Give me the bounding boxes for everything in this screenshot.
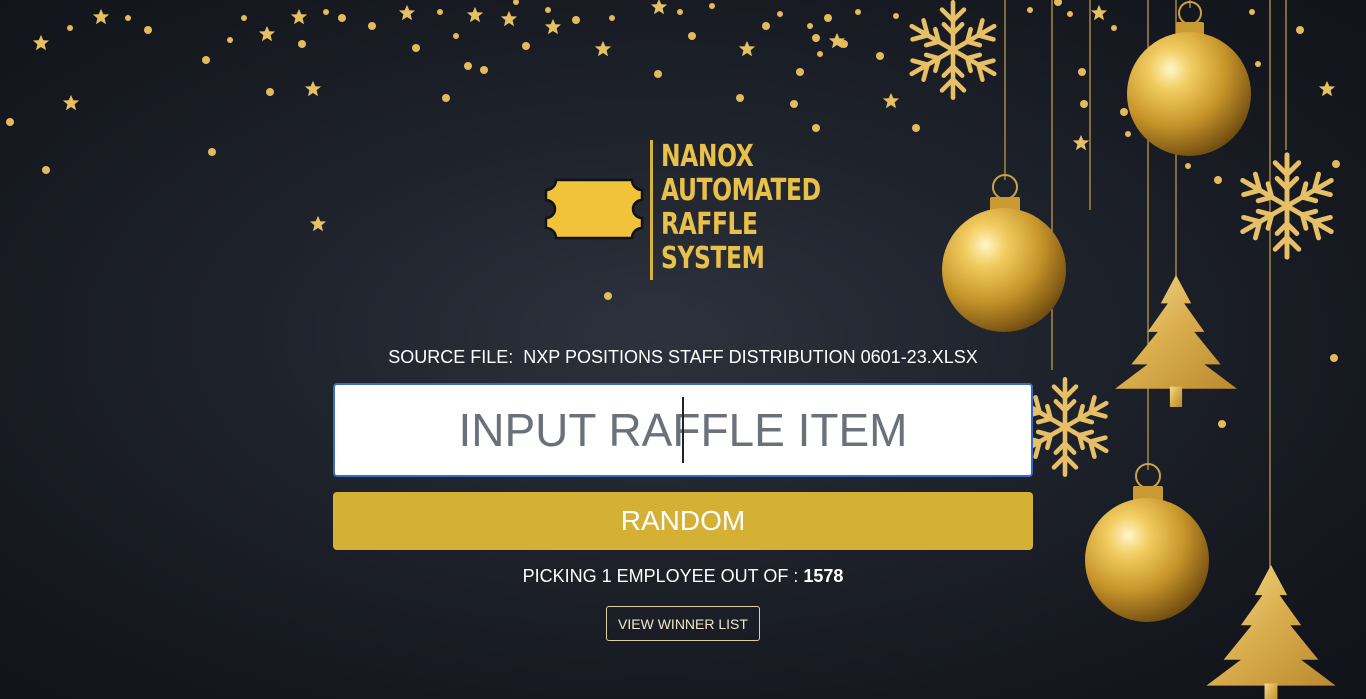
- app-title-line: SYSTEM: [661, 241, 765, 276]
- snowflake-icon: [906, 2, 1000, 97]
- snowflake-icon: [1237, 155, 1337, 257]
- app-title-line: NANOX: [661, 139, 754, 174]
- source-file-label: SOURCE FILE: NXP POSITIONS STAFF DISTRIB…: [388, 347, 978, 367]
- employee-count: 1578: [803, 566, 844, 586]
- view-winner-list-button[interactable]: VIEW WINNER LIST: [606, 606, 760, 641]
- text-caret: [682, 397, 684, 463]
- ornament-ball-icon: [1085, 463, 1209, 622]
- picking-status: PICKING 1 EMPLOYEE OUT OF : 1578: [333, 566, 1033, 587]
- app-title: NANOX AUTOMATED RAFFLE SYSTEM: [661, 140, 821, 276]
- app-title-line: AUTOMATED: [661, 173, 821, 208]
- app-logo: NANOX AUTOMATED RAFFLE SYSTEM: [540, 138, 840, 283]
- ticket-icon: [544, 178, 644, 240]
- christmas-tree-icon: [1115, 275, 1237, 407]
- ornament-ball-icon: [1127, 1, 1251, 156]
- logo-divider: [650, 140, 653, 280]
- app-title-line: RAFFLE: [661, 207, 758, 242]
- ornament-ball-icon: [942, 174, 1066, 332]
- picking-status-text: PICKING 1 EMPLOYEE OUT OF :: [522, 566, 804, 586]
- random-button[interactable]: RANDOM: [333, 492, 1033, 550]
- christmas-tree-icon: [1206, 565, 1336, 699]
